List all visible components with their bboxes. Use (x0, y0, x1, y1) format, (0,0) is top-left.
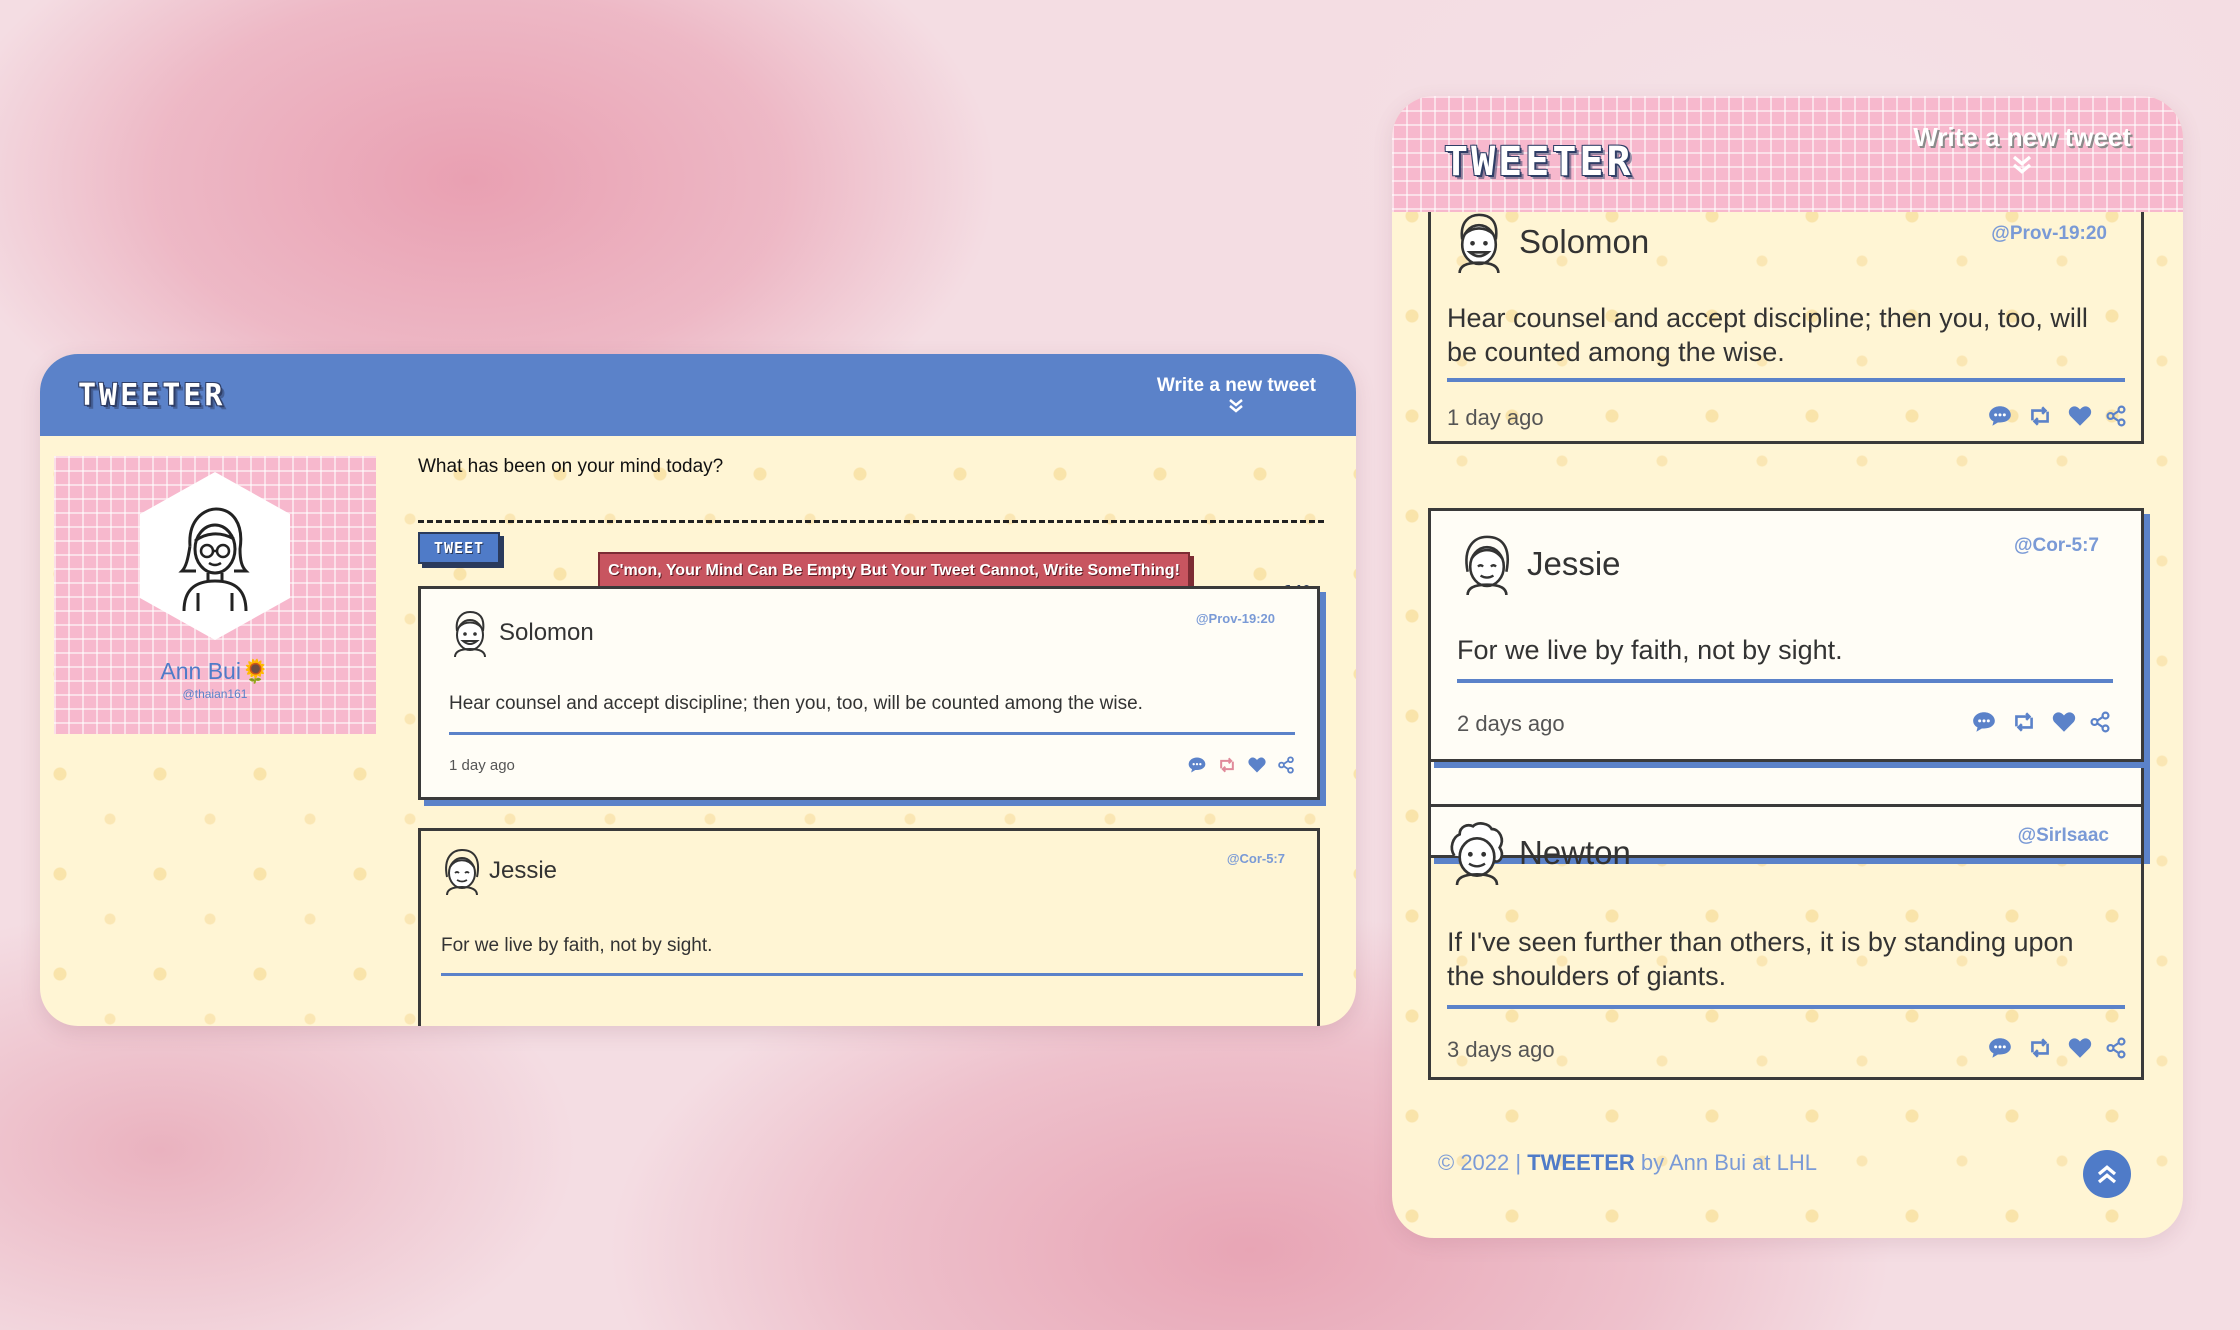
share-icon[interactable] (1277, 756, 1295, 774)
tweet-divider (1447, 378, 2125, 382)
tweet-handle: @SirIsaac (2017, 825, 2109, 846)
tweet-text: If I've seen further than others, it is … (1447, 925, 2074, 993)
nav-bar: TWEETER Write a new tweet (1392, 96, 2183, 212)
comment-icon[interactable] (1187, 755, 1207, 775)
comment-icon[interactable] (1987, 1035, 2013, 1061)
retweet-icon[interactable] (2011, 709, 2037, 735)
chevron-double-up-icon (2097, 1165, 2117, 1184)
tweet-author: Jessie (1527, 545, 1621, 582)
chevron-double-down-icon (1229, 399, 1244, 413)
tweet-card: Solomon @Prov-19:20 Hear counsel and acc… (1428, 172, 2144, 444)
app-logo[interactable]: TWEETER (1444, 139, 1634, 185)
avatar-icon (1465, 535, 1509, 595)
tweet-actions (1187, 755, 1295, 775)
avatar-icon (1458, 213, 1500, 273)
tweet-handle: @Prov-19:20 (1195, 611, 1275, 626)
compose-form: What has been on your mind today? TWEET … (418, 456, 1356, 600)
tweet-divider (1447, 1005, 2125, 1009)
tweet-card: Solomon @Prov-19:20 Hear counsel and acc… (418, 586, 1320, 800)
avatar-icon (445, 848, 479, 895)
tweet-text-line: be counted among the wise. (1447, 337, 1785, 367)
heart-icon[interactable] (2067, 1035, 2093, 1061)
heart-icon[interactable] (1247, 755, 1267, 775)
tweet-divider (441, 973, 1303, 976)
compose-label[interactable]: What has been on your mind today? (418, 456, 1356, 478)
footer-brand-link[interactable]: TWEETER (1527, 1150, 1635, 1175)
avatar-icon (1450, 822, 1504, 885)
error-message: C'mon, Your Mind Can Be Empty But Your T… (598, 552, 1190, 590)
tweet-time: 1 day ago (449, 757, 515, 774)
app-logo[interactable]: TWEETER (78, 378, 225, 413)
profile-handle: @thaian161 (182, 687, 248, 701)
tweet-text-line: the shoulders of giants. (1447, 961, 1727, 991)
tweet-time: 2 days ago (1457, 711, 1565, 736)
tweet-text: For we live by faith, not by sight. (1457, 635, 1843, 665)
tweet-handle: @Cor-5:7 (1226, 851, 1285, 866)
tweet-card: Jessie @Cor-5:7 For we live by faith, no… (418, 828, 1320, 1026)
write-new-tweet-button[interactable]: Write a new tweet (1913, 122, 2131, 177)
profile-avatar (140, 472, 290, 640)
tweet-actions (1987, 403, 2127, 429)
tweet-author: Solomon (1519, 223, 1650, 260)
desktop-view: TWEETER Write a new tweet Ann Bui🌻 @thai… (40, 354, 1356, 1026)
retweet-icon[interactable] (2027, 1035, 2053, 1061)
write-new-tweet-label: Write a new tweet (1156, 375, 1316, 396)
tweet-card: Newton @SirIsaac If I've seen further th… (1428, 804, 2144, 1080)
tweet-author: Newton (1519, 834, 1631, 871)
sunflower-icon: 🌻 (240, 658, 270, 684)
heart-icon[interactable] (2067, 403, 2093, 429)
footer-prefix: © 2022 | (1438, 1150, 1528, 1175)
comment-icon[interactable] (1987, 403, 2013, 429)
tweet-textarea[interactable] (418, 520, 1324, 523)
share-icon[interactable] (2089, 711, 2111, 733)
tweet-divider (449, 732, 1295, 735)
heart-icon[interactable] (2051, 709, 2077, 735)
tweet-handle: @Cor-5:7 (2013, 535, 2099, 556)
tweet-author: Solomon (499, 619, 594, 646)
profile-card: Ann Bui🌻 @thaian161 (54, 456, 376, 734)
tweet-button[interactable]: TWEET (418, 532, 500, 564)
footer-suffix: by Ann Bui at LHL (1634, 1150, 1817, 1175)
tweet-actions (1971, 709, 2111, 735)
profile-name-text: Ann Bui (160, 658, 241, 684)
tweet-text-line: If I've seen further than others, it is … (1447, 927, 2074, 957)
tweet-card: Jessie @Cor-5:7 For we live by faith, no… (1428, 508, 2144, 762)
tweet-divider (1457, 679, 2113, 683)
avatar-icon (178, 507, 250, 611)
tweet-handle: @Prov-19:20 (1991, 223, 2107, 244)
comment-icon[interactable] (1971, 709, 1997, 735)
tweet-text: Hear counsel and accept discipline; then… (1447, 301, 2088, 369)
retweet-icon[interactable] (1217, 755, 1237, 775)
tweet-time: 1 day ago (1447, 405, 1544, 430)
chevron-double-down-icon (2013, 155, 2032, 174)
tweet-time: 3 days ago (1447, 1037, 1555, 1062)
nav-bar: TWEETER Write a new tweet (40, 354, 1356, 436)
share-icon[interactable] (2105, 1037, 2127, 1059)
profile-name: Ann Bui🌻 (160, 658, 269, 685)
scroll-to-top-button[interactable] (2083, 1150, 2131, 1198)
write-new-tweet-label: Write a new tweet (1913, 121, 2131, 152)
avatar-icon (454, 610, 486, 657)
tweet-author: Jessie (489, 857, 558, 884)
tweet-text: Hear counsel and accept discipline; then… (449, 693, 1143, 714)
footer: © 2022 | TWEETER by Ann Bui at LHL (1438, 1150, 1817, 1176)
retweet-icon[interactable] (2027, 403, 2053, 429)
tweet-text: For we live by faith, not by sight. (441, 935, 713, 956)
tweet-text-line: Hear counsel and accept discipline; then… (1447, 303, 2088, 333)
tweet-actions (1987, 1035, 2127, 1061)
write-new-tweet-button[interactable]: Write a new tweet (1157, 375, 1316, 415)
share-icon[interactable] (2105, 405, 2127, 427)
